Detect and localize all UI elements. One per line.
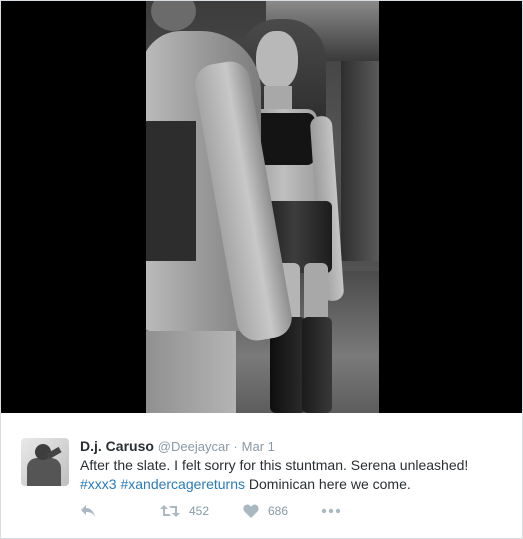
photo-figure [256,31,298,89]
photo-figure [146,121,196,261]
reply-icon [81,505,95,517]
tweet-card: D.j. Caruso @Deejaycar · Mar 1 After the… [0,0,523,539]
hashtag-link[interactable]: #xandercagereturns [120,476,245,492]
tweet-text: After the slate. I felt sorry for this s… [80,456,505,494]
photo-background [341,61,379,261]
retweet-icon [160,505,180,517]
tweet-media[interactable] [1,1,522,413]
more-button[interactable] [321,501,341,521]
photo-figure [264,86,292,111]
photo-figure [304,263,328,323]
display-name[interactable]: D.j. Caruso [80,438,154,454]
like-count: 686 [268,504,289,518]
tweet-date[interactable]: Mar 1 [242,439,275,454]
tweet-photo[interactable] [146,1,379,413]
tweet-text-main: After the slate. I felt sorry for this s… [80,457,469,473]
photo-figure [151,1,196,31]
like-button[interactable]: 686 [243,501,288,521]
avatar-image [27,458,61,486]
tweet-header: D.j. Caruso @Deejaycar · Mar 1 [80,437,275,456]
tweet-body: D.j. Caruso @Deejaycar · Mar 1 After the… [1,413,522,538]
photo-figure [146,331,236,413]
user-handle[interactable]: @Deejaycar [158,439,230,454]
more-icon [321,508,341,514]
photo-figure [302,317,332,413]
retweet-button[interactable]: 452 [160,501,209,521]
retweet-count: 452 [189,504,210,518]
reply-button[interactable] [80,501,96,521]
tweet-text-tail: Dominican here we come. [248,476,411,492]
hashtag-link[interactable]: #xxx3 [80,476,117,492]
avatar[interactable] [21,438,69,486]
heart-icon [243,504,259,518]
separator-dot: · [233,439,238,454]
